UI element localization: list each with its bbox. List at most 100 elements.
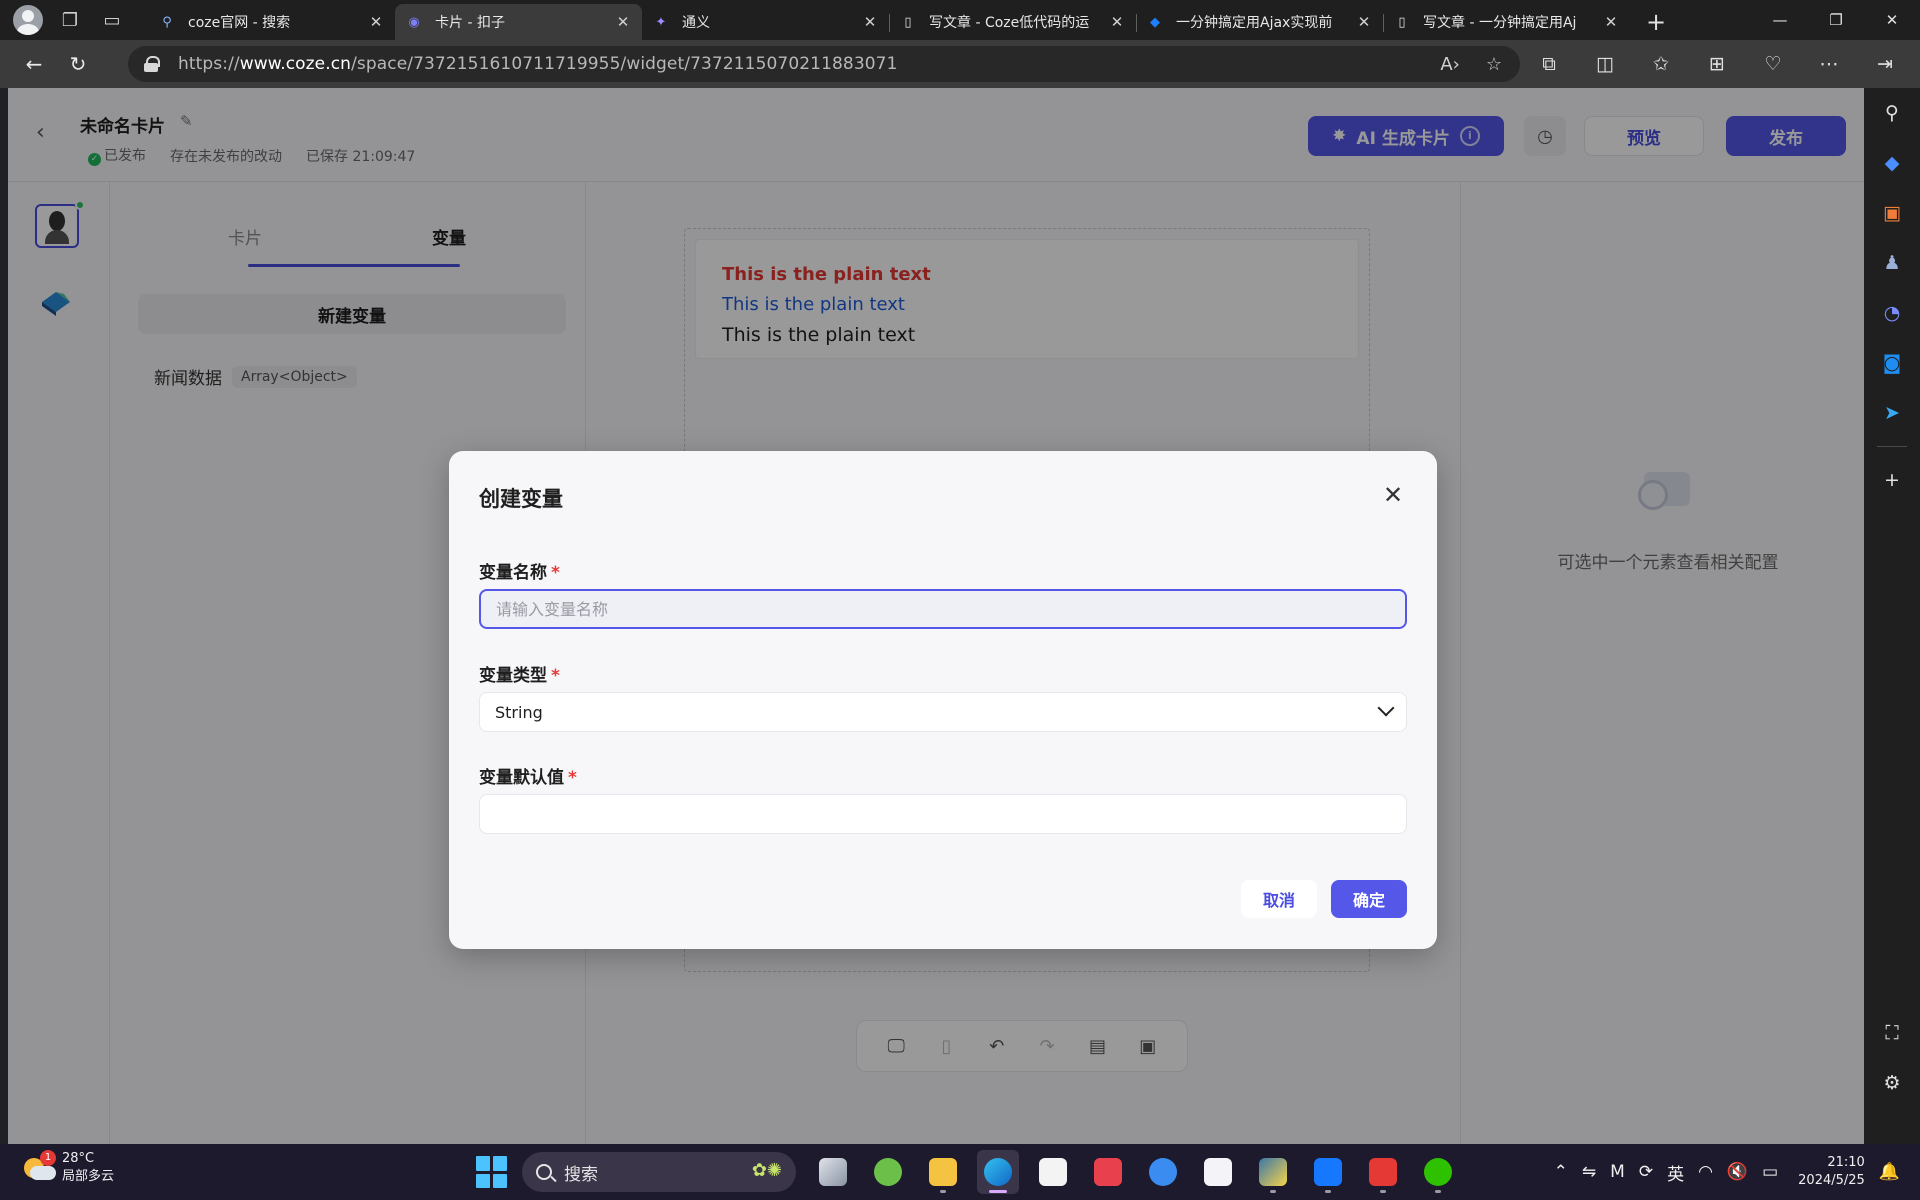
chevron-down-icon [1377, 699, 1395, 717]
new-tab-plus-icon[interactable]: + [1636, 4, 1676, 40]
taskbar-apps [812, 1150, 1459, 1194]
wechat-icon[interactable] [1417, 1150, 1459, 1194]
tongyi-icon: ✦ [655, 14, 667, 30]
search-icon[interactable]: ⚲ [1864, 88, 1920, 138]
lock-icon [144, 56, 160, 72]
feishu-icon[interactable] [1307, 1150, 1349, 1194]
python-ide-icon[interactable] [1252, 1150, 1294, 1194]
coze-icon: ◉ [408, 14, 420, 30]
cancel-button[interactable]: 取消 [1241, 880, 1317, 918]
close-icon[interactable]: ✕ [1379, 481, 1407, 509]
split-screen-icon[interactable]: ◫ [1586, 53, 1624, 75]
wifi-icon[interactable]: ◠ [1698, 1162, 1713, 1182]
profile-avatar-icon[interactable] [12, 4, 44, 36]
wps-office-icon[interactable] [1362, 1150, 1404, 1194]
browser-tab[interactable]: ▯ 写文章 - Coze低代码的运 ✕ [889, 4, 1136, 40]
favorites-icon[interactable]: ✩ [1642, 53, 1680, 75]
outlook-icon[interactable]: ◙ [1864, 338, 1920, 388]
huawei-app-icon[interactable] [1087, 1150, 1129, 1194]
variable-default-label: 变量默认值 * [479, 768, 577, 788]
url-text: https://www.coze.cn/space/73721516107117… [178, 54, 898, 74]
browser-tab-bar: ❐ ▭ ⚲ coze官网 - 搜索 ✕ ◉ 卡片 - 扣子 ✕ ✦ 通义 ✕ ▯… [0, 0, 1920, 40]
search-icon [536, 1164, 552, 1180]
browser-tab[interactable]: ⚲ coze官网 - 搜索 ✕ [148, 4, 395, 40]
create-variable-dialog: 创建变量 ✕ 变量名称* 变量类型* String 变量默认值* 取消 确定 [449, 451, 1437, 949]
copilot-icon[interactable]: ◔ [1864, 288, 1920, 338]
green-app-icon[interactable] [867, 1150, 909, 1194]
browser-tab[interactable]: ◆ 一分钟搞定用Ajax实现前 ✕ [1136, 4, 1383, 40]
microsoft-store-icon[interactable] [1032, 1150, 1074, 1194]
doc-icon: ▯ [1398, 14, 1406, 30]
url-field[interactable]: https://www.coze.cn/space/73721516107117… [128, 46, 1520, 82]
edge-sidebar: ⚲ ◆ ▣ ♟ ◔ ◙ ➤ + ⛶ ⚙ [1864, 88, 1920, 1144]
address-bar: ← ↻ https://www.coze.cn/space/7372151610… [0, 40, 1920, 88]
workspaces-icon[interactable]: ❐ [54, 4, 86, 36]
refresh-icon[interactable]: ↻ [58, 44, 98, 84]
variable-name-input[interactable] [479, 589, 1407, 629]
battery-icon[interactable]: ▭ [1762, 1162, 1778, 1182]
partly-cloudy-icon: 1 [22, 1150, 56, 1184]
variable-default-input[interactable] [479, 794, 1407, 834]
chevron-up-icon[interactable]: ⌃ [1554, 1162, 1568, 1182]
juejin-icon: ◆ [1150, 14, 1160, 30]
sidebar-divider [1877, 446, 1907, 447]
required-mark: * [568, 768, 577, 788]
tools-briefcase-icon[interactable]: ▣ [1864, 188, 1920, 238]
collections-icon[interactable]: ⊞ [1698, 53, 1736, 75]
windows-start-icon[interactable] [474, 1154, 510, 1190]
tab-actions-icon[interactable]: ▭ [96, 4, 128, 36]
more-menu-icon[interactable]: ⋯ [1810, 53, 1848, 75]
read-aloud-icon[interactable]: A› [1440, 54, 1460, 75]
settings-gear-icon[interactable]: ⚙ [1864, 1058, 1920, 1108]
favorite-star-icon[interactable]: ☆ [1486, 54, 1502, 75]
dialog-title: 创建变量 [479, 487, 563, 511]
markdown-app-icon[interactable] [1197, 1150, 1239, 1194]
performance-icon[interactable]: ♡ [1754, 53, 1792, 75]
window-close-icon[interactable]: ✕ [1864, 0, 1920, 40]
notification-badge: 1 [40, 1150, 56, 1166]
tray-settings-icon[interactable]: ⇋ [1582, 1162, 1596, 1182]
restore-icon[interactable]: ❐ [1808, 0, 1864, 40]
notification-bell-icon[interactable]: 🔔 [1879, 1162, 1900, 1182]
edge-browser-icon[interactable] [977, 1150, 1019, 1194]
browser-tab[interactable]: ▯ 写文章 - 一分钟搞定用Aj ✕ [1383, 4, 1630, 40]
close-icon[interactable]: ✕ [861, 13, 879, 31]
required-mark: * [551, 666, 560, 686]
required-mark: * [551, 563, 560, 583]
close-icon[interactable]: ✕ [1602, 13, 1620, 31]
doc-icon: ▯ [904, 14, 912, 30]
taskbar-search[interactable]: 搜索 ✿✺ [522, 1152, 796, 1192]
add-plus-icon[interactable]: + [1864, 455, 1920, 505]
sidebar-toggle-icon[interactable]: ⇥ [1866, 53, 1904, 75]
search-highlight-icon: ✿✺ [751, 1160, 782, 1181]
confirm-button[interactable]: 确定 [1331, 880, 1407, 918]
send-icon[interactable]: ➤ [1864, 388, 1920, 438]
shopping-tag-icon[interactable]: ◆ [1864, 138, 1920, 188]
back-arrow-icon[interactable]: ← [14, 44, 54, 84]
close-icon[interactable]: ✕ [1355, 13, 1373, 31]
task-view-icon[interactable] [812, 1150, 854, 1194]
close-icon[interactable]: ✕ [1108, 13, 1126, 31]
variable-name-label: 变量名称 * [479, 563, 560, 583]
cloud-drive-icon[interactable] [1142, 1150, 1184, 1194]
minimize-icon[interactable]: — [1752, 0, 1808, 40]
weather-temp: 28°C [62, 1151, 95, 1166]
close-icon[interactable]: ✕ [367, 13, 385, 31]
variable-type-label: 变量类型 * [479, 666, 560, 686]
screenshot-icon[interactable]: ⛶ [1864, 1008, 1920, 1058]
weather-widget[interactable]: 1 28°C 局部多云 [22, 1150, 114, 1186]
games-icon[interactable]: ♟ [1864, 238, 1920, 288]
file-explorer-icon[interactable] [922, 1150, 964, 1194]
coze-card-editor: ‹ 未命名卡片 ✎ ✓ 已发布 存在未发布的改动 已保存 21:09:47 ✸ A… [8, 88, 1864, 1144]
clock[interactable]: 21:10 2024/5/25 [1798, 1154, 1865, 1190]
extensions-icon[interactable]: ⧉ [1530, 53, 1568, 75]
sync-icon[interactable]: ⟳ [1639, 1162, 1653, 1182]
close-icon[interactable]: ✕ [614, 13, 632, 31]
ime-indicator[interactable]: 英 [1667, 1160, 1684, 1185]
tray-app-icon[interactable]: M [1610, 1162, 1625, 1182]
browser-tab-active[interactable]: ◉ 卡片 - 扣子 ✕ [395, 4, 642, 40]
speaker-muted-icon[interactable]: 🔇 [1727, 1162, 1748, 1182]
browser-tab[interactable]: ✦ 通义 ✕ [642, 4, 889, 40]
search-icon: ⚲ [162, 14, 172, 30]
variable-type-select[interactable]: String [479, 692, 1407, 732]
